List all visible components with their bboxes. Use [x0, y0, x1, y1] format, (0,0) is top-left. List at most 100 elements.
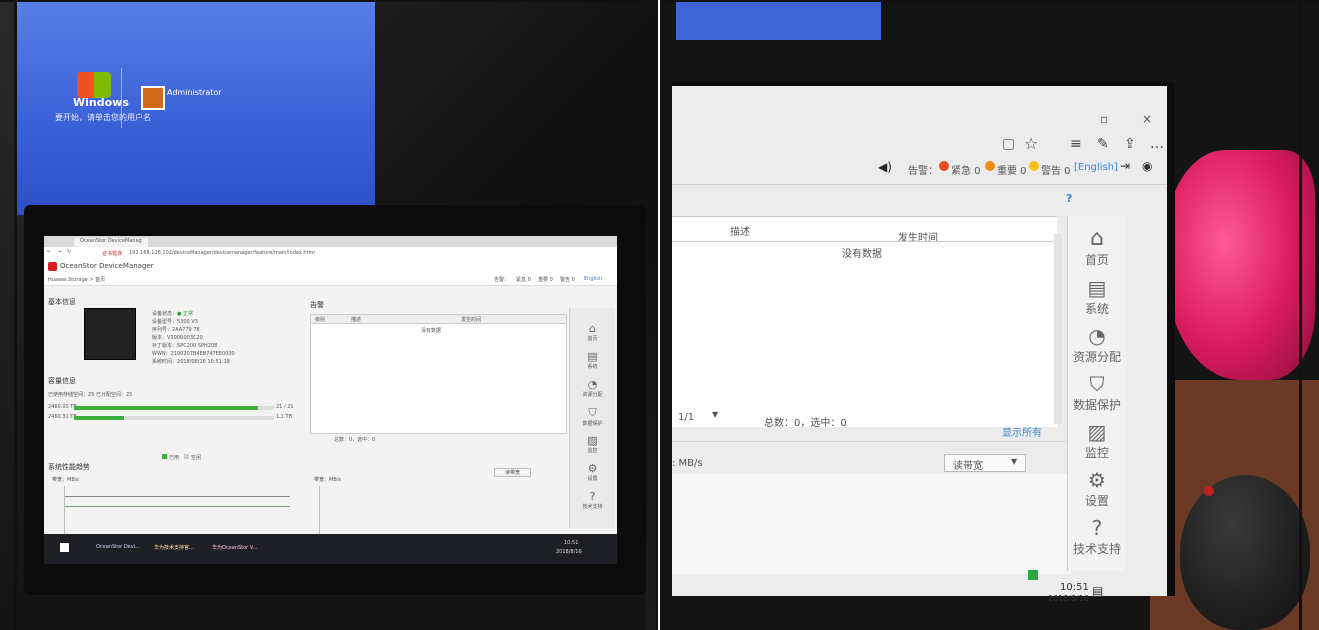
left-photo: Windows 要开始，请单击您的用户名 Administrator Ocean… — [0, 0, 658, 630]
alarm-major-icon — [985, 161, 995, 171]
back-icon[interactable]: ← — [47, 249, 51, 255]
alarm-major[interactable]: 重要 0 — [538, 276, 553, 283]
nav-monitor[interactable]: ▨ 监控 — [570, 434, 615, 454]
home-icon: ⌂ — [1090, 226, 1104, 251]
perf-select[interactable]: 读带宽 ▼ — [944, 454, 1026, 472]
nav-support[interactable]: ? 技术支持 — [1068, 516, 1126, 557]
home-icon: ⌂ — [589, 322, 596, 335]
alarm-warning[interactable]: 警告 0 — [1041, 162, 1071, 177]
favorites-star-icon[interactable]: ☆ — [1024, 134, 1038, 153]
reading-view-icon[interactable]: ▢ — [1002, 136, 1015, 152]
taskbar-item[interactable]: OceanStor Devi... — [96, 544, 140, 550]
gear-icon: ⚙ — [587, 462, 598, 475]
page-dropdown-icon[interactable]: ▼ — [712, 410, 718, 419]
nav-home[interactable]: ⌂ 首页 — [570, 322, 615, 342]
help-mark[interactable]: ? — [1066, 192, 1072, 205]
tray-icon[interactable] — [1028, 570, 1038, 580]
notification-icon[interactable]: ▤ — [1092, 584, 1103, 598]
pink-bag — [1165, 150, 1315, 380]
alarm-panel-title: 告警 — [310, 301, 324, 309]
legend-used: 已用 — [169, 455, 180, 461]
computer-mouse — [1180, 475, 1310, 630]
xp-login-screen: Windows 要开始，请单击您的用户名 Administrator — [17, 0, 375, 215]
refresh-icon[interactable]: ↻ — [67, 249, 71, 255]
nav-settings[interactable]: ⚙ 设置 — [570, 462, 615, 482]
nav-monitor[interactable]: ▨ 监控 — [1068, 420, 1126, 461]
nav-support[interactable]: ? 技术支持 — [570, 490, 615, 510]
shield-icon: ⛉ — [1089, 372, 1105, 396]
alarm-warning[interactable]: 警告 0 — [560, 276, 575, 283]
alarm-major[interactable]: 重要 0 — [997, 162, 1027, 177]
nav-settings[interactable]: ⚙ 设置 — [1068, 468, 1126, 509]
laptop-screen: OceanStor DeviceManag ← → ↻ 证书错误 192.168… — [44, 236, 617, 564]
pager-more[interactable]: 显示所有 — [1002, 424, 1042, 439]
shield-icon: ⛉ — [588, 406, 597, 419]
alarm-critical[interactable]: 紧急 0 — [951, 162, 981, 177]
alarm-table: 描述 发生时间 没有数据 — [672, 216, 1057, 427]
forward-icon[interactable]: → — [57, 249, 61, 255]
url-text[interactable]: 192.168.128.102/deviceManager/devicemana… — [129, 250, 315, 256]
user-avatar[interactable] — [141, 86, 165, 110]
col-level[interactable]: 级别 — [315, 316, 325, 323]
nav-home[interactable]: ⌂ 首页 — [1068, 226, 1126, 268]
col-desc[interactable]: 描述 — [730, 223, 750, 238]
alarm-critical[interactable]: 紧急 0 — [516, 276, 531, 283]
col-time[interactable]: 发生时间 — [461, 316, 481, 323]
legend-free-swatch — [184, 454, 189, 459]
perf-title: 系统性能趋势 — [48, 463, 90, 471]
gear-icon: ⚙ — [1088, 468, 1106, 492]
nav-resource[interactable]: ◔ 资源分配 — [1068, 324, 1126, 365]
browser-tab[interactable]: OceanStor DeviceManag — [74, 238, 148, 247]
start-icon[interactable] — [60, 543, 69, 552]
lang-switch[interactable]: [English] — [1074, 162, 1118, 173]
perf-select[interactable]: 读带宽 — [494, 468, 532, 477]
xp-user-name[interactable]: Administrator — [167, 88, 222, 97]
alarm-pager: 总数：0，选中：0 — [334, 437, 376, 443]
monitor-icon: ▨ — [587, 434, 598, 447]
pager-page[interactable]: 1/1 — [678, 412, 694, 423]
share-icon[interactable]: ⇪ — [1124, 136, 1136, 152]
capacity-bar-text: 1.1 TB — [276, 414, 293, 420]
nav-protection[interactable]: ⛉ 数据保护 — [1068, 372, 1126, 413]
taskbar-item[interactable]: 华为OceanStor V... — [212, 544, 257, 551]
capacity-bar — [74, 406, 274, 410]
clock-date: 2018/8/16 — [556, 549, 582, 555]
close-icon[interactable]: × — [1142, 112, 1152, 126]
chevron-down-icon: ▼ — [1011, 457, 1018, 466]
nav-system[interactable]: ▤ 系统 — [570, 350, 615, 370]
alarm-table: 级别 描述 发生时间 没有数据 — [310, 314, 567, 434]
nav-system[interactable]: ▤ 系统 — [1068, 276, 1126, 317]
taskbar-item[interactable]: 华为技术支持官... — [154, 544, 194, 551]
capacity-bar-label: 2460.03 TB — [48, 404, 77, 410]
table-scrollbar[interactable] — [1054, 234, 1062, 424]
system-icon: ▤ — [587, 350, 598, 363]
pager-summary: 总数：0，选中：0 — [764, 418, 847, 429]
speaker-icon[interactable]: ◀) — [878, 160, 892, 174]
restore-icon[interactable]: ▫ — [1100, 112, 1108, 126]
windows-logo — [77, 72, 111, 98]
lang-switch[interactable]: English — [584, 276, 602, 282]
col-desc[interactable]: 描述 — [351, 316, 361, 323]
capacity-title: 容量信息 — [48, 377, 76, 385]
perf-right-unit: 带宽：MB/s — [314, 477, 342, 483]
xp-prompt: 要开始，请单击您的用户名 — [55, 113, 151, 122]
breadcrumb[interactable]: Huawei.Storage > 首页 — [48, 276, 105, 283]
nav-resource[interactable]: ◔ 资源分配 — [570, 378, 615, 398]
perf-unit: : MB/s — [672, 458, 703, 469]
cert-warning[interactable]: 证书错误 — [102, 250, 122, 257]
clock-time: 10:51 — [564, 540, 579, 546]
legend-free: 空闲 — [191, 455, 202, 461]
capacity-bar — [74, 416, 274, 420]
perf-left-unit: 带宽：MB/s — [52, 477, 80, 483]
pen-icon[interactable]: ✎ — [1097, 136, 1109, 152]
hub-icon[interactable]: ≡ — [1070, 136, 1082, 152]
user-help-icon[interactable]: ◉ — [1142, 159, 1152, 173]
browser-tabbar: OceanStor DeviceManag — [44, 236, 617, 247]
more-icon[interactable]: … — [1150, 136, 1164, 152]
capacity-summary: 已使用存储空间：25 已分配空间：25 — [48, 392, 133, 398]
nav-protection[interactable]: ⛉ 数据保护 — [570, 406, 615, 427]
device-info-list: 设备状态：● 正常 设备型号：5300 V3 序列号：2AA779 78 版本：… — [152, 311, 235, 365]
device-section-title: 基本信息 — [48, 298, 76, 306]
logout-icon[interactable]: ⇥ — [1120, 159, 1130, 173]
capacity-bar-text: 21 / 21 — [276, 404, 294, 410]
